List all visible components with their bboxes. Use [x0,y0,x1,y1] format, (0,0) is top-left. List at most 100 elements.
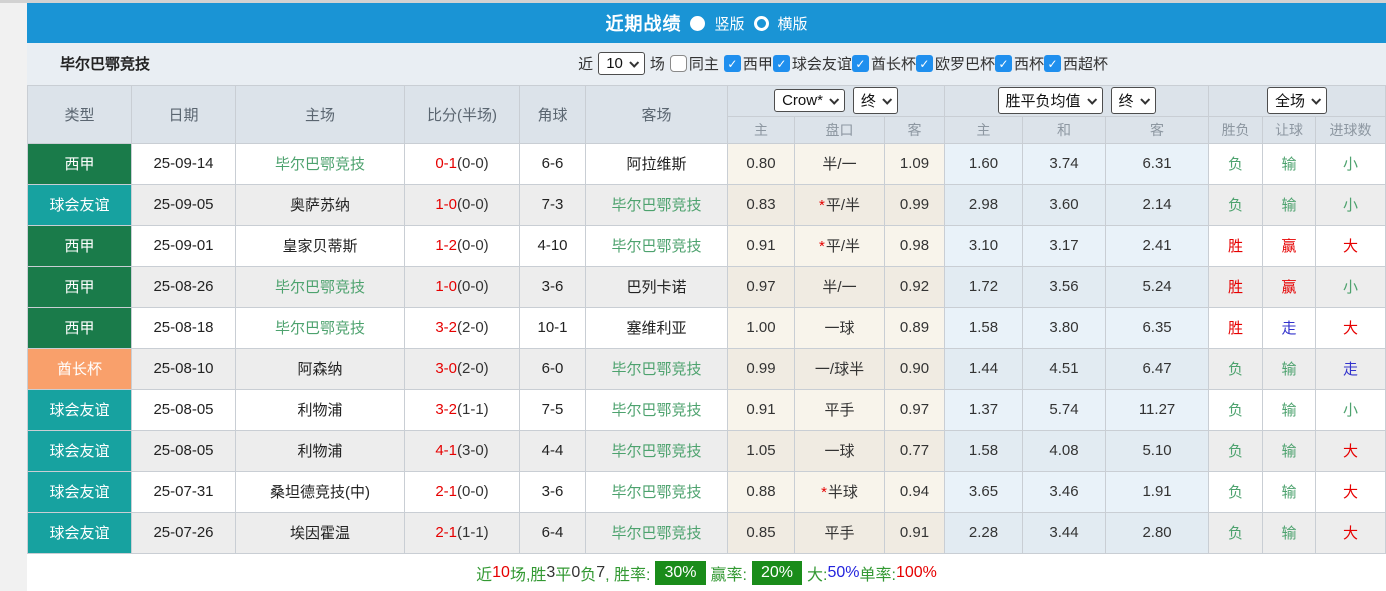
odds-away: 0.94 [883,470,946,513]
away-team: 巴列卡诺 [585,265,728,308]
summary-text: 7 [596,564,606,582]
away-team: 毕尔巴鄂竞技 [585,511,728,554]
same-venue-filter[interactable]: 同主 [669,53,719,74]
odds-home: 0.83 [727,183,795,226]
radio-horizontal-label[interactable]: 横版 [778,13,808,34]
handicap: 平手 [794,511,885,554]
checkbox-checked-icon[interactable] [851,55,869,73]
checkbox-checked-icon[interactable] [994,55,1012,73]
radio-vertical-label[interactable]: 竖版 [714,13,744,34]
corners: 4-10 [519,224,586,267]
match-count-select[interactable]: 10 [598,52,645,76]
type-badge: 酋长杯 [27,347,132,390]
league-filter-label: 酋长杯 [870,56,916,74]
match-date: 25-08-10 [131,347,236,390]
table-row: 球会友谊 25-07-31 桑坦德竞技(中) 2-1(0-0) 3-6 毕尔巴鄂竞技 0.8… [27,470,1386,513]
home-team: 毕尔巴鄂竞技 [235,306,405,349]
checkbox-checked-icon[interactable] [772,55,790,73]
avg-time-value: 终 [1118,93,1134,111]
score: 3-2(2-0) [404,306,520,349]
type-badge: 球会友谊 [27,511,132,554]
result-wdl: 负 [1208,388,1264,431]
avg-time-select[interactable]: 终 [1110,87,1156,115]
halftime-score: (1-1) [457,524,489,542]
checkbox-checked-icon[interactable] [723,55,741,73]
home-team: 桑坦德竞技(中) [235,470,405,513]
fulltime-score: 2-1 [435,483,457,501]
odds-home: 0.91 [727,388,795,431]
result-goals: 大 [1315,224,1386,267]
table-row: 西甲 25-08-18 毕尔巴鄂竞技 3-2(2-0) 10-1 塞维利亚 1.00 一球 0.… [27,306,1386,349]
checkbox-unchecked-icon[interactable] [669,55,687,73]
league-filter[interactable]: 西杯 [994,53,1044,74]
score: 0-1(0-0) [404,142,520,185]
corners: 4-4 [519,429,586,472]
checkbox-checked-icon[interactable] [1043,55,1061,73]
result-goals: 大 [1315,511,1386,554]
odds-away: 0.89 [883,306,946,349]
odds-home: 0.88 [727,470,795,513]
result-goals: 小 [1315,388,1386,431]
league-filter[interactable]: 欧罗巴杯 [915,53,995,74]
match-date: 25-09-05 [131,183,236,226]
handicap: 一/球半 [794,347,885,390]
summary-text: 场,胜 [509,567,547,585]
league-filter[interactable]: 球会友谊 [772,53,852,74]
result-goals: 小 [1315,183,1386,226]
table-row: 球会友谊 25-07-26 埃因霍温 2-1(1-1) 6-4 毕尔巴鄂竞技 0.85 平手 0… [27,511,1386,554]
odds-away: 0.92 [883,265,946,308]
avg-home: 1.58 [944,429,1024,472]
avg-odds-select[interactable]: 胜平负均值 [997,87,1103,115]
checkbox-checked-icon[interactable] [915,55,933,73]
scope-value: 全场 [1275,93,1306,111]
match-date: 25-08-05 [131,429,236,472]
table-row: 酋长杯 25-08-10 阿森纳 3-0(2-0) 6-0 毕尔巴鄂竞技 0.99 一/球半 0… [27,347,1386,390]
fulltime-score: 1-0 [435,278,457,296]
match-date: 25-07-26 [131,511,236,554]
type-badge: 球会友谊 [27,388,132,431]
summary-bar: 近 10 场,胜 3 平 0 负 7, 胜率: 30% 赢率: 20% 大: 50% 单率: 100% [27,554,1386,591]
avg-draw: 3.60 [1022,183,1107,226]
away-team: 毕尔巴鄂竞技 [585,388,728,431]
chevron-down-icon [882,94,893,105]
panel-title: 近期战绩 [605,14,682,35]
col-header-type: 类型 [27,84,132,144]
league-filter-label: 欧罗巴杯 [934,56,995,74]
odds-company-select[interactable]: Crow* [774,89,845,113]
result-goals: 大 [1315,470,1386,513]
summary-text: 大: [807,567,828,585]
match-date: 25-09-14 [131,142,236,185]
halftime-score: (1-1) [457,401,489,419]
scope-select[interactable]: 全场 [1267,87,1328,115]
games-label: 场 [649,56,665,74]
chevron-down-icon [1311,94,1322,105]
handicap: 一球 [794,429,885,472]
summary-text: 近 [476,567,493,585]
team-name: 毕尔巴鄂竞技 [60,56,151,74]
fulltime-score: 3-0 [435,360,457,378]
star-icon: * [818,238,825,256]
result-wdl: 负 [1208,347,1264,390]
league-filter-label: 球会友谊 [791,56,852,74]
match-date: 25-07-31 [131,470,236,513]
result-wdl: 负 [1208,142,1264,185]
avg-home: 1.58 [944,306,1024,349]
table-row: 球会友谊 25-09-05 奥萨苏纳 1-0(0-0) 7-3 毕尔巴鄂竞技 0.83 *平/… [27,183,1386,226]
summary-text: , 胜率: [605,567,651,585]
odds-home: 0.85 [727,511,795,554]
summary-text: 3 [546,564,556,582]
table-row: 球会友谊 25-08-05 利物浦 3-2(1-1) 7-5 毕尔巴鄂竞技 0.91 平手 0.… [27,388,1386,431]
corners: 3-6 [519,265,586,308]
rate-badge: 20% [751,561,802,586]
radio-horizontal-layout-icon[interactable] [753,15,769,31]
league-filter[interactable]: 西超杯 [1043,53,1108,74]
halftime-score: (0-0) [457,155,489,173]
radio-vertical-layout-icon[interactable] [690,15,706,31]
league-filter[interactable]: 西甲 [723,53,773,74]
league-filter[interactable]: 酋长杯 [851,53,916,74]
avg-home: 1.72 [944,265,1024,308]
sub-header-handicap: 盘口 [794,115,885,144]
type-badge: 西甲 [27,306,132,349]
odds-time-select[interactable]: 终 [852,87,898,115]
league-filter-label: 西甲 [742,56,773,74]
